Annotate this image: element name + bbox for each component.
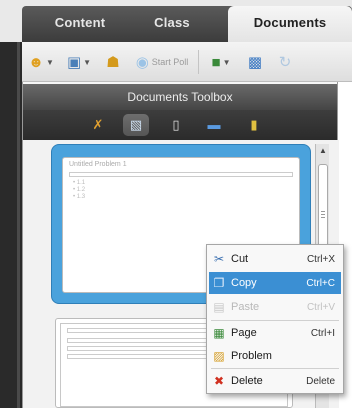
presenter-icon: ■ [211, 53, 221, 71]
toolbox-title: Documents Toolbox [23, 84, 337, 110]
context-menu: ✂ Cut Ctrl+X ❐ Copy Ctrl+C ▤ Paste Ctrl+… [206, 244, 344, 394]
menu-item-shortcut: Ctrl+I [310, 327, 335, 339]
toolbox-tools: ✗ ▧ ▯ ▬ ▮ [23, 110, 337, 140]
menu-item-page[interactable]: ▦ Page Ctrl+I [209, 322, 341, 344]
menu-item-problem[interactable]: ▨ Problem [209, 345, 341, 367]
thumbnail-item: • 1.3 [73, 194, 86, 200]
handheld-icon[interactable]: ▯ [163, 114, 189, 136]
menu-item-shortcut: Delete [306, 375, 335, 387]
scroll-grip [321, 214, 325, 215]
book-icon[interactable]: ▬ [201, 114, 227, 136]
scroll-grip [321, 211, 325, 212]
thumbnail-line [67, 346, 207, 351]
tab-bar: Content Class Documents [0, 0, 352, 42]
refresh-button[interactable]: ↻ [272, 50, 298, 74]
page-sorter-icon[interactable]: ▧ [123, 114, 149, 136]
tools-icon[interactable]: ✗ [85, 114, 111, 136]
users-icon: ☻ [28, 53, 44, 71]
toolbar-separator [198, 50, 199, 74]
folder-icon[interactable]: ▮ [241, 114, 267, 136]
chevron-down-icon: ▼ [83, 57, 92, 67]
delete-icon: ✖ [213, 374, 225, 388]
menu-item-delete[interactable]: ✖ Delete Delete [209, 370, 341, 392]
thumbnail-line [67, 338, 207, 343]
screen-icon: ▣ [66, 54, 82, 71]
poll-icon: ◉ [135, 54, 149, 71]
send-to-class-button[interactable]: ☻ ▼ [22, 50, 60, 74]
menu-item-shortcut: Ctrl+X [306, 253, 335, 265]
refresh-icon: ↻ [278, 54, 292, 71]
menu-item-label: Cut [231, 253, 249, 265]
menu-item-label: Paste [231, 301, 260, 313]
chevron-down-icon: ▼ [222, 57, 231, 67]
tab-class[interactable]: Class [126, 6, 218, 42]
tab-content[interactable]: Content [34, 6, 126, 42]
menu-separator [211, 368, 339, 369]
briefcase-icon: ☗ [106, 54, 120, 71]
thumbnail-item: • 1.2 [73, 187, 86, 193]
transfer-button[interactable]: ▩ [242, 50, 268, 74]
scroll-grip [321, 217, 325, 218]
start-poll-button[interactable]: ◉ Start Poll [128, 50, 196, 74]
toolbar: ☻ ▼ ▣ ▼ ☗ ◉ Start Poll ■ ▼ ▩ ↻ [22, 42, 352, 82]
menu-item-label: Page [231, 327, 257, 339]
thumbnail-line [67, 354, 207, 359]
menu-item-shortcut: Ctrl+V [306, 301, 335, 313]
thumbnail-title: Untitled Problem 1 [69, 161, 127, 168]
transfer-icon: ▩ [247, 54, 263, 71]
copy-icon: ❐ [213, 276, 225, 290]
menu-item-paste[interactable]: ▤ Paste Ctrl+V [209, 296, 341, 318]
problem-icon: ▨ [213, 349, 225, 363]
menu-item-label: Copy [231, 277, 257, 289]
menu-item-copy[interactable]: ❐ Copy Ctrl+C [209, 272, 341, 294]
page-icon: ▦ [213, 326, 225, 340]
paste-icon: ▤ [213, 300, 225, 314]
thumbnail-item: • 1.1 [73, 180, 86, 186]
menu-item-label: Delete [231, 375, 263, 387]
tab-documents[interactable]: Documents [228, 6, 352, 42]
screen-capture-button[interactable]: ▣ ▼ [62, 50, 96, 74]
collect-button[interactable]: ☗ [100, 50, 126, 74]
left-panel-strip [0, 42, 22, 408]
presenter-button[interactable]: ■ ▼ [204, 50, 238, 74]
scissors-icon: ✂ [213, 252, 225, 266]
menu-item-shortcut: Ctrl+C [306, 277, 335, 289]
chevron-down-icon: ▼ [45, 57, 54, 67]
menu-item-cut[interactable]: ✂ Cut Ctrl+X [209, 248, 341, 270]
scroll-up-arrow-icon[interactable]: ▲ [316, 144, 330, 158]
menu-item-label: Problem [231, 350, 272, 362]
start-poll-label: Start Poll [151, 57, 189, 67]
thumbnail-line [69, 172, 293, 177]
menu-separator [211, 320, 339, 321]
